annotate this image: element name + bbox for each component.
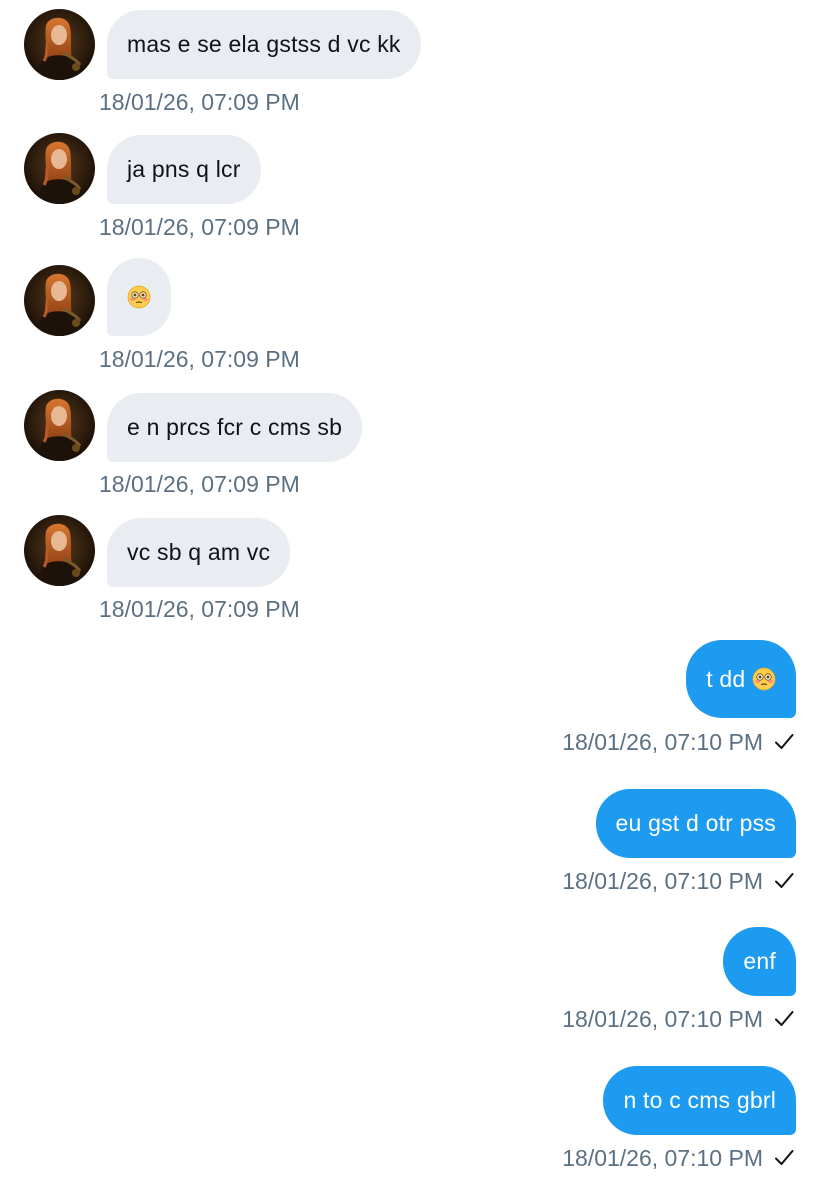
message-timestamp: 18/01/26, 07:10 PM bbox=[562, 1145, 763, 1171]
incoming-message-bubble[interactable]: mas e se ela gstss d vc kk bbox=[107, 10, 421, 79]
conversation-thread: mas e se ela gstss d vc kk 18/01/26, 07:… bbox=[0, 0, 819, 1199]
message-text: vc sb q am vc bbox=[127, 539, 271, 565]
contact-avatar[interactable] bbox=[24, 9, 95, 80]
message-timestamp: 18/01/26, 07:09 PM bbox=[99, 346, 300, 372]
message-timestamp: 18/01/26, 07:09 PM bbox=[99, 596, 300, 622]
incoming-message-bubble[interactable]: e n prcs fcr c cms sb bbox=[107, 393, 363, 462]
flushed-face-emoji-icon bbox=[752, 667, 776, 691]
message-timestamp: 18/01/26, 07:09 PM bbox=[99, 89, 300, 115]
incoming-message-bubble[interactable]: ja pns q lcr bbox=[107, 135, 261, 204]
message-text: mas e se ela gstss d vc kk bbox=[127, 31, 401, 57]
message-timestamp-row: 18/01/26, 07:10 PM bbox=[562, 1005, 795, 1033]
outgoing-message-bubble[interactable]: t dd bbox=[686, 640, 796, 718]
check-icon bbox=[773, 1147, 795, 1169]
incoming-message-bubble[interactable]: vc sb q am vc bbox=[107, 518, 291, 587]
message-timestamp: 18/01/26, 07:09 PM bbox=[99, 471, 300, 497]
contact-avatar[interactable] bbox=[24, 265, 95, 336]
outgoing-message-bubble[interactable]: eu gst d otr pss bbox=[595, 789, 796, 858]
outgoing-message-bubble[interactable]: enf bbox=[723, 927, 796, 996]
message-timestamp-row: 18/01/26, 07:10 PM bbox=[562, 728, 795, 756]
check-icon bbox=[773, 1008, 795, 1030]
message-timestamp: 18/01/26, 07:10 PM bbox=[562, 868, 763, 894]
contact-avatar[interactable] bbox=[24, 133, 95, 204]
message-text: n to c cms gbrl bbox=[623, 1087, 776, 1113]
message-timestamp-row: 18/01/26, 07:10 PM bbox=[562, 867, 795, 895]
incoming-message-bubble[interactable] bbox=[107, 258, 171, 336]
outgoing-message-bubble[interactable]: n to c cms gbrl bbox=[603, 1066, 796, 1135]
check-icon bbox=[773, 870, 795, 892]
message-timestamp-row: 18/01/26, 07:10 PM bbox=[562, 1144, 795, 1172]
message-timestamp: 18/01/26, 07:10 PM bbox=[562, 729, 763, 755]
contact-avatar[interactable] bbox=[24, 515, 95, 586]
flushed-face-emoji-icon bbox=[127, 285, 151, 309]
message-text: t dd bbox=[706, 666, 746, 692]
message-text: ja pns q lcr bbox=[127, 156, 241, 182]
message-timestamp: 18/01/26, 07:09 PM bbox=[99, 214, 300, 240]
contact-avatar[interactable] bbox=[24, 390, 95, 461]
message-timestamp: 18/01/26, 07:10 PM bbox=[562, 1006, 763, 1032]
check-icon bbox=[773, 731, 795, 753]
message-text: eu gst d otr pss bbox=[615, 810, 776, 836]
message-text: e n prcs fcr c cms sb bbox=[127, 414, 343, 440]
message-text: enf bbox=[743, 948, 776, 974]
